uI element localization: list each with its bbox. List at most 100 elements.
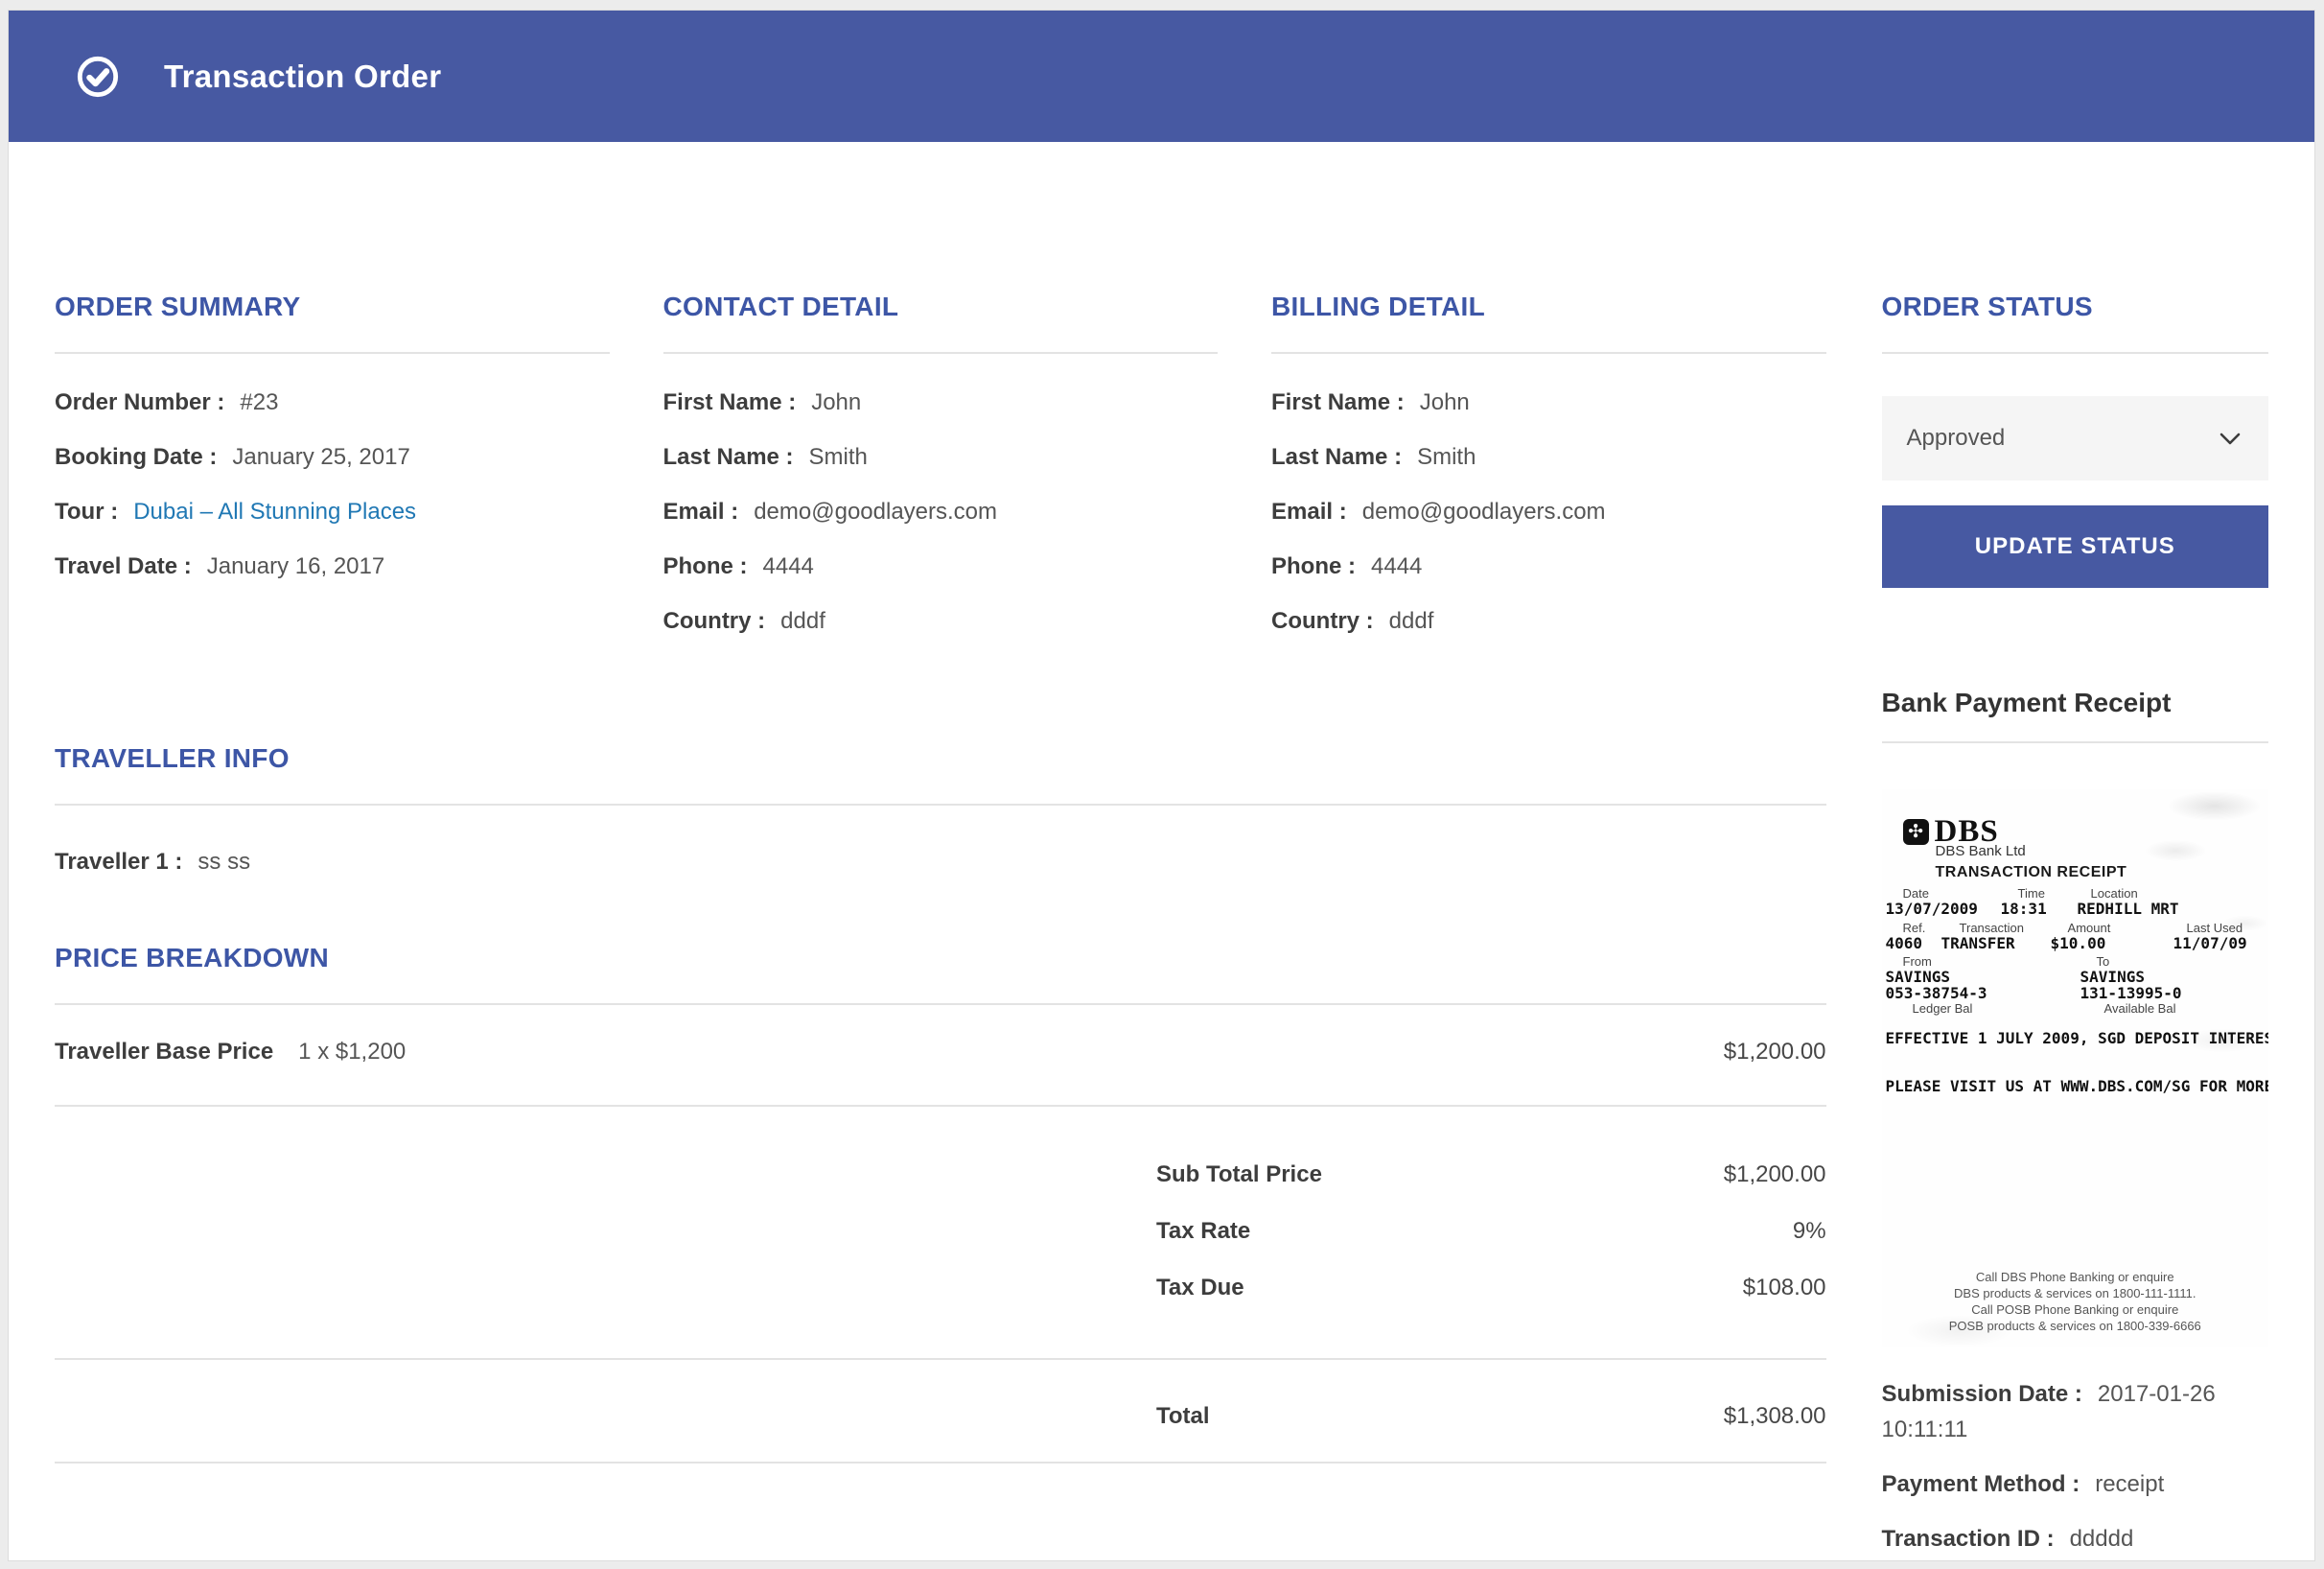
field-label: Submission Date : — [1882, 1381, 2082, 1407]
page-content: ORDER SUMMARY Order Number : #23 Booking … — [9, 142, 2314, 1561]
receipt-last-used: 11/07/09 — [2173, 934, 2247, 952]
receipt-footer-line: POSB products & services on 1800-339-666… — [1882, 1318, 2268, 1334]
field-row: Tour : Dubai – All Stunning Places — [55, 494, 610, 530]
receipt-date: 13/07/2009 — [1886, 900, 1978, 918]
field-label: First Name : — [1271, 389, 1405, 415]
field-value: January 25, 2017 — [232, 444, 409, 470]
receipt-footer-line: DBS products & services on 1800-111-1111… — [1882, 1285, 2268, 1301]
section-price-breakdown: PRICE BREAKDOWN Traveller Base Price 1 x… — [55, 942, 1826, 1464]
receipt-bank-name: DBS Bank Ltd — [1936, 843, 2026, 859]
field-value: dddf — [1389, 608, 1434, 634]
line-item-amount: $1,200.00 — [1724, 1034, 1826, 1070]
field-label: Last Name : — [663, 444, 794, 470]
order-summary-fields: Order Number : #23 Booking Date :January … — [55, 385, 610, 585]
totals-label: Tax Due — [1156, 1270, 1244, 1306]
header-bar: Transaction Order — [9, 11, 2314, 142]
field-row: Traveller 1 :ss ss — [55, 844, 1826, 880]
totals-value: 9% — [1793, 1213, 1826, 1250]
field-value: receipt — [2095, 1471, 2164, 1497]
traveller-info-heading: TRAVELLER INFO — [55, 742, 1826, 775]
receipt-footer-line: Call DBS Phone Banking or enquire — [1882, 1269, 2268, 1285]
field-value: ddddd — [2070, 1526, 2134, 1552]
field-row: First Name :John — [663, 385, 1219, 421]
payment-fields: Submission Date :2017-01-26 10:11:11 Pay… — [1882, 1376, 2268, 1557]
field-value: John — [1420, 389, 1470, 415]
field-value: Smith — [809, 444, 868, 470]
field-row: Country : dddf — [1271, 603, 1826, 640]
field-value: dddf — [780, 608, 825, 634]
divider — [55, 352, 610, 354]
field-value: Dubai – All Stunning Places — [133, 499, 416, 525]
contact-detail-fields: First Name :John Last Name : Smith Email … — [663, 385, 1219, 640]
receipt-title: TRANSACTION RECEIPT — [1936, 864, 2127, 881]
order-status-select[interactable]: Approved — [1882, 396, 2268, 480]
receipt-time-label: Time — [2018, 886, 2045, 901]
receipt-time: 18:31 — [2001, 900, 2047, 918]
receipt-ref: 4060 — [1886, 934, 1923, 952]
receipt-footer: Call DBS Phone Banking or enquire DBS pr… — [1882, 1269, 2268, 1334]
totals-value: $1,200.00 — [1724, 1157, 1826, 1193]
receipt-location: REDHILL MRT — [2078, 900, 2179, 918]
field-row: Travel Date :January 16, 2017 — [55, 549, 610, 585]
receipt-from-number: 053-38754-3 — [1886, 984, 1987, 1002]
receipt-amount-label: Amount — [2068, 921, 2111, 935]
page-title: Transaction Order — [164, 59, 441, 95]
main-column: ORDER SUMMARY Order Number : #23 Booking … — [55, 142, 1826, 1561]
field-value: #23 — [240, 389, 278, 415]
field-label: Tour : — [55, 499, 118, 525]
totals-row: Tax Rate 9% — [55, 1213, 1826, 1250]
price-breakdown-heading: PRICE BREAKDOWN — [55, 942, 1826, 974]
update-status-button[interactable]: UPDATE STATUS — [1882, 505, 2268, 588]
order-status-heading: ORDER STATUS — [1882, 291, 2268, 323]
divider — [1882, 741, 2268, 743]
totals-rows: Sub Total Price $1,200.00 Tax Rate 9% Ta… — [55, 1157, 1826, 1306]
field-row: Email :demo@goodlayers.com — [663, 494, 1219, 530]
dbs-logo-icon: ✣ — [1903, 819, 1929, 845]
field-value: John — [811, 389, 861, 415]
section-order-summary: ORDER SUMMARY Order Number : #23 Booking … — [55, 291, 610, 658]
total-label: Total — [1156, 1398, 1210, 1435]
field-label: Phone : — [663, 553, 748, 579]
receipt-transaction: TRANSFER — [1941, 934, 2015, 952]
receipt-amount: $10.00 — [2051, 934, 2106, 952]
field-row: Last Name : Smith — [663, 439, 1219, 476]
receipt-available-label: Available Bal — [2104, 1001, 2176, 1016]
receipt-from-label: From — [1903, 954, 1932, 969]
field-label: Phone : — [1271, 553, 1356, 579]
field-row: Payment Method :receipt — [1882, 1466, 2268, 1502]
field-value: 4444 — [1371, 553, 1422, 579]
section-traveller-info: TRAVELLER INFO Traveller 1 :ss ss — [55, 742, 1826, 880]
receipt-date-label: Date — [1903, 886, 1929, 901]
chevron-down-icon — [2217, 425, 2243, 452]
field-value: 4444 — [763, 553, 814, 579]
line-item-label: Traveller Base Price — [55, 1034, 273, 1070]
receipt-image[interactable]: ✣ DBS DBS Bank Ltd TRANSACTION RECEIPT D… — [1882, 789, 2268, 1347]
field-label: Email : — [1271, 499, 1347, 525]
field-row: Transaction ID : ddddd — [1882, 1521, 2268, 1557]
transaction-order-card: Transaction Order ORDER SUMMARY Order Nu… — [8, 10, 2315, 1561]
traveller-info-fields: Traveller 1 :ss ss — [55, 844, 1826, 880]
divider — [55, 804, 1826, 806]
totals-row: Tax Due $108.00 — [55, 1270, 1826, 1306]
billing-detail-fields: First Name :John Last Name :Smith Email … — [1271, 385, 1826, 640]
total-value: $1,308.00 — [1724, 1398, 1826, 1435]
totals-row: Sub Total Price $1,200.00 — [55, 1157, 1826, 1193]
section-billing-detail: BILLING DETAIL First Name :John Last Nam… — [1271, 291, 1826, 658]
receipt-location-label: Location — [2091, 886, 2138, 901]
field-label: Transaction ID : — [1882, 1526, 2055, 1552]
field-row: First Name : John — [1271, 385, 1826, 421]
field-label: Country : — [1271, 608, 1374, 634]
field-label: Travel Date : — [55, 553, 192, 579]
divider — [663, 352, 1219, 354]
field-label: Last Name : — [1271, 444, 1402, 470]
field-row: Phone : 4444 — [663, 549, 1219, 585]
selected-status: Approved — [1907, 425, 2006, 452]
field-row: Booking Date :January 25, 2017 — [55, 439, 610, 476]
totals-label: Sub Total Price — [1156, 1157, 1322, 1193]
sidebar: ORDER STATUS Approved UPDATE STATUS Bank… — [1882, 142, 2268, 1561]
order-summary-heading: ORDER SUMMARY — [55, 291, 610, 323]
receipt-to-label: To — [2097, 954, 2110, 969]
field-value: ss ss — [198, 849, 250, 875]
receipt-notice-1: EFFECTIVE 1 JULY 2009, SGD DEPOSIT INTER… — [1886, 1029, 2221, 1047]
field-label: Order Number : — [55, 389, 224, 415]
